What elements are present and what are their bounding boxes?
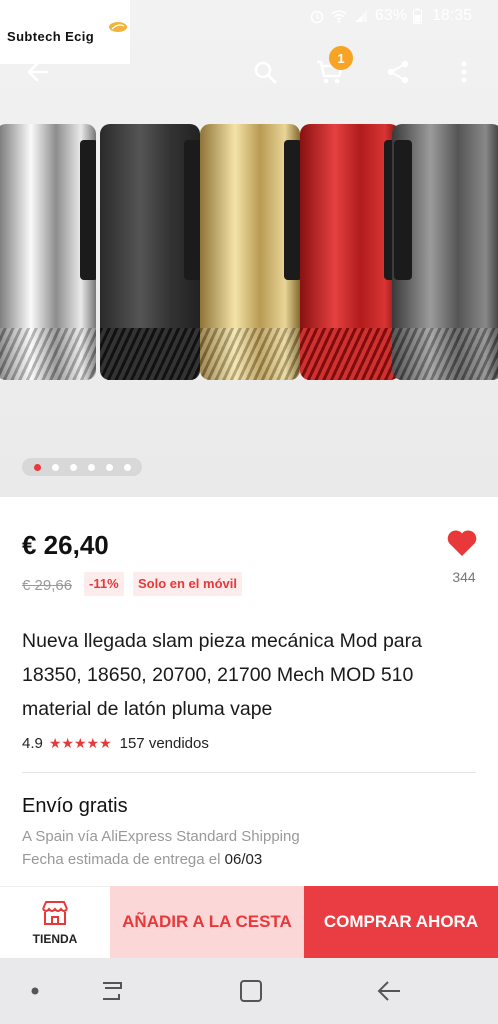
battery-icon	[412, 8, 422, 24]
carousel-dot[interactable]	[51, 463, 59, 471]
mobile-only-badge: Solo en el móvil	[133, 572, 242, 596]
rating-value: 4.9	[22, 735, 43, 752]
add-to-cart-button[interactable]: AÑADIR A LA CESTA	[110, 886, 304, 958]
home-icon[interactable]	[236, 976, 266, 1006]
mod-gunmetal	[392, 124, 498, 380]
leaf-logo-icon	[109, 22, 127, 32]
mod-silver	[0, 124, 96, 380]
shipping-title[interactable]: Envío gratis	[22, 795, 128, 818]
store-icon	[42, 900, 68, 925]
delivery-label: Fecha estimada de entrega el	[22, 851, 221, 868]
carousel-indicator[interactable]	[22, 458, 142, 476]
share-icon[interactable]	[382, 56, 414, 88]
star-rating: ★★★★★	[48, 735, 112, 751]
mod-gold	[200, 124, 300, 380]
old-price: € 29,66	[22, 577, 73, 594]
delivery-estimate: Fecha estimada de entrega el 06/03	[22, 851, 262, 868]
carousel-dot[interactable]	[33, 463, 41, 471]
back-nav-icon[interactable]	[374, 976, 404, 1006]
nav-dot-icon[interactable]	[20, 976, 50, 1006]
search-icon[interactable]	[249, 56, 281, 88]
clock: 18:35	[431, 7, 472, 24]
shipping-method: A Spain vía AliExpress Standard Shipping	[22, 828, 300, 845]
product-title: Nueva llegada slam pieza mecánica Mod pa…	[22, 630, 422, 720]
brand-logo: Subtech Ecig	[0, 0, 130, 64]
cart-count-badge: 1	[329, 46, 353, 70]
divider	[22, 772, 476, 773]
carousel-dot[interactable]	[123, 463, 131, 471]
delivery-date: 06/03	[224, 851, 263, 868]
alarm-icon	[310, 10, 324, 24]
brand-name: Subtech Ecig	[7, 29, 95, 44]
heart-icon[interactable]	[446, 528, 478, 558]
buy-now-button[interactable]: COMPRAR AHORA	[304, 886, 498, 958]
signal-icon	[354, 10, 367, 22]
carousel-dot[interactable]	[69, 463, 77, 471]
mod-black	[100, 124, 200, 380]
wishlist-count: 344	[452, 569, 476, 585]
battery-level: 63%	[374, 7, 407, 24]
navigation-bar	[0, 958, 498, 1024]
recents-icon[interactable]	[97, 976, 127, 1006]
current-price: € 26,40	[22, 530, 109, 560]
sold-count: 157 vendidos	[119, 735, 209, 752]
carousel-dot[interactable]	[105, 463, 113, 471]
mod-red	[300, 124, 400, 380]
discount-badge: -11%	[84, 572, 124, 596]
more-vert-icon[interactable]	[448, 56, 480, 88]
wifi-icon	[331, 10, 347, 23]
rating-row[interactable]: 4.9 ★★★★★ 157 vendidos	[22, 735, 209, 752]
action-bar: TIENDA AÑADIR A LA CESTA COMPRAR AHORA	[0, 886, 498, 958]
store-button[interactable]: TIENDA	[0, 886, 110, 958]
store-label: TIENDA	[32, 931, 78, 946]
carousel-dot[interactable]	[87, 463, 95, 471]
